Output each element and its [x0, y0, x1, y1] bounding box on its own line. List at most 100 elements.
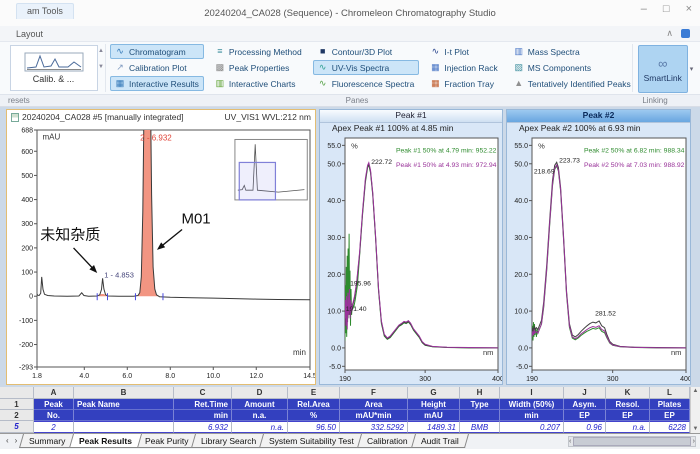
ribbon-item-mass-spectra[interactable]: ▥Mass Spectra [509, 44, 632, 59]
ribbon-item-peak-properties[interactable]: ▩Peak Properties [210, 60, 307, 75]
table-data-cell[interactable]: 2 [34, 421, 74, 433]
table-header-unit-cell[interactable]: % [288, 410, 340, 421]
preset-scroll-down-icon[interactable]: ▼ [98, 64, 104, 70]
restore-button[interactable]: □ [663, 3, 670, 15]
sheet-tab-peak-purity[interactable]: Peak Purity [135, 434, 198, 448]
calibration-preset-button[interactable]: Calib. & ... [10, 45, 98, 91]
ribbon-item-fraction-tray[interactable]: ▦Fraction Tray [425, 76, 502, 91]
table-header-unit-cell[interactable]: EP [564, 410, 606, 421]
hscroll-right-icon[interactable]: › [693, 438, 695, 445]
preset-scroll-up-icon[interactable]: ▲ [98, 48, 104, 54]
table-data-cell[interactable]: 96.50 [288, 421, 340, 433]
peak2-spectrum-plot[interactable]: 55.050.040.030.020.010.00.0-5.0190300400… [507, 135, 690, 383]
table-header-cell[interactable]: Height [408, 399, 460, 410]
ribbon-item-uv-vis-spectra[interactable]: ∿UV-Vis Spectra [313, 60, 420, 75]
row-number-1[interactable]: 1 [0, 399, 34, 410]
peak1-spectrum-plot[interactable]: 55.050.040.030.020.010.00.0-5.0190300400… [320, 135, 502, 383]
peak1-panel-header[interactable]: Peak #1 [320, 110, 502, 123]
table-header-cell[interactable]: Width (50%) [500, 399, 564, 410]
table-data-cell[interactable]: 1489.31 [408, 421, 460, 433]
table-header-unit-cell[interactable]: EP [606, 410, 650, 421]
chromatogram-plot[interactable]: 6886005004003002001000-100-200-2931.84.0… [7, 124, 315, 382]
table-data-cell[interactable]: 0.207 [500, 421, 564, 433]
ribbon-item-injection-rack[interactable]: ▦Injection Rack [425, 60, 502, 75]
table-data-cell[interactable]: n.a. [232, 421, 288, 433]
sheet-tab-peak-results[interactable]: Peak Results [69, 434, 142, 448]
table-header-unit-cell[interactable]: n.a. [232, 410, 288, 421]
ribbon-item-tentatively-identified-peaks[interactable]: ▲Tentatively Identified Peaks [509, 76, 632, 91]
scroll-up-icon[interactable]: ▲ [693, 388, 699, 394]
collapse-ribbon-icon[interactable]: ∧ [666, 28, 673, 39]
table-data-cell[interactable]: 6228 [650, 421, 690, 433]
hscroll-left-icon[interactable]: ‹ [569, 438, 571, 445]
hscroll-thumb[interactable] [573, 437, 690, 446]
ribbon-item-chromatogram[interactable]: ∿Chromatogram [110, 44, 204, 59]
column-letter-d[interactable]: D [232, 387, 288, 399]
ribbon-item-ms-components[interactable]: ▧MS Components [509, 60, 632, 75]
column-letter-c[interactable]: C [174, 387, 232, 399]
chromatogram-panel[interactable]: 20240204_CA028 #5 [manually integrated] … [6, 109, 316, 385]
column-letter-i[interactable]: I [500, 387, 564, 399]
table-header-cell[interactable]: Rel.Area [288, 399, 340, 410]
smartlink-dropdown-icon[interactable]: ▾ [690, 65, 694, 73]
table-header-unit-cell[interactable]: EP [650, 410, 690, 421]
table-data-cell[interactable]: n.a. [606, 421, 650, 433]
help-icon[interactable] [681, 29, 690, 38]
table-data-cell[interactable] [74, 421, 174, 433]
table-header-cell[interactable]: Asym. [564, 399, 606, 410]
column-letter-b[interactable]: B [74, 387, 174, 399]
scroll-down-icon[interactable]: ▼ [693, 426, 699, 432]
column-letter-g[interactable]: G [408, 387, 460, 399]
ribbon-item-i-t-plot[interactable]: ∿I-t Plot [425, 44, 502, 59]
sheet-tab-calibration[interactable]: Calibration [357, 434, 418, 448]
ribbon-item-contour-3d-plot[interactable]: ■Contour/3D Plot [313, 44, 420, 59]
sheet-tab-system-suitability-test[interactable]: System Suitability Test [259, 434, 364, 448]
column-letter-e[interactable]: E [288, 387, 340, 399]
peak1-panel[interactable]: Peak #1 Apex Peak #1 100% at 4.85 min 55… [319, 109, 503, 385]
table-header-unit-cell[interactable] [460, 410, 500, 421]
table-header-unit-cell[interactable]: No. [34, 410, 74, 421]
column-letter-h[interactable]: H [460, 387, 500, 399]
ribbon-item-processing-method[interactable]: ≡Processing Method [210, 44, 307, 59]
table-header-unit-cell[interactable] [74, 410, 174, 421]
sheet-nav-left-icon[interactable]: ‹ [3, 434, 12, 447]
ribbon-item-interactive-results[interactable]: ▦Interactive Results [110, 76, 204, 91]
close-button[interactable]: × [686, 3, 692, 15]
table-header-cell[interactable]: Area [340, 399, 408, 410]
column-letter-j[interactable]: J [564, 387, 606, 399]
row-number-5[interactable]: 5 [0, 421, 34, 433]
peak2-panel[interactable]: Peak #2 Apex Peak #2 100% at 6.93 min 55… [506, 109, 691, 385]
sheet-tab-summary[interactable]: Summary [19, 434, 75, 448]
peak2-panel-header[interactable]: Peak #2 [507, 110, 690, 123]
table-header-unit-cell[interactable]: min [174, 410, 232, 421]
ribbon-item-fluorescence-spectra[interactable]: ∿Fluorescence Spectra [313, 76, 420, 91]
program-tools-tab[interactable]: am Tools [16, 3, 74, 19]
table-horizontal-scrollbar[interactable]: ‹ › [568, 436, 696, 447]
column-letter-a[interactable]: A [34, 387, 74, 399]
table-header-unit-cell[interactable]: mAU*min [340, 410, 408, 421]
minimize-button[interactable]: – [641, 3, 647, 15]
sheet-tab-audit-trail[interactable]: Audit Trail [411, 434, 469, 448]
table-data-cell[interactable]: 0.96 [564, 421, 606, 433]
table-header-cell[interactable]: Ret.Time [174, 399, 232, 410]
column-letter-f[interactable]: F [340, 387, 408, 399]
ribbon-item-interactive-charts[interactable]: ▥Interactive Charts [210, 76, 307, 91]
table-header-cell[interactable]: Resol. [606, 399, 650, 410]
row-number-2[interactable]: 2 [0, 410, 34, 421]
column-letter-k[interactable]: K [606, 387, 650, 399]
column-letter-l[interactable]: L [650, 387, 690, 399]
table-header-cell[interactable]: Peak [34, 399, 74, 410]
smartlink-button[interactable]: ∞ SmartLink [638, 45, 688, 93]
table-header-cell[interactable]: Amount [232, 399, 288, 410]
table-header-cell[interactable]: Type [460, 399, 500, 410]
sheet-tab-library-search[interactable]: Library Search [191, 434, 266, 448]
table-corner-cell[interactable] [0, 387, 34, 399]
table-header-unit-cell[interactable]: mAU [408, 410, 460, 421]
tab-layout[interactable]: Layout [16, 29, 43, 39]
table-vertical-scrollbar[interactable]: ▲ ▼ [690, 387, 700, 433]
table-data-cell[interactable]: 332.5292 [340, 421, 408, 433]
table-data-cell[interactable]: BMB [460, 421, 500, 433]
ribbon-item-calibration-plot[interactable]: ↗Calibration Plot [110, 60, 204, 75]
table-data-cell[interactable]: 6.932 [174, 421, 232, 433]
table-header-cell[interactable]: Plates [650, 399, 690, 410]
